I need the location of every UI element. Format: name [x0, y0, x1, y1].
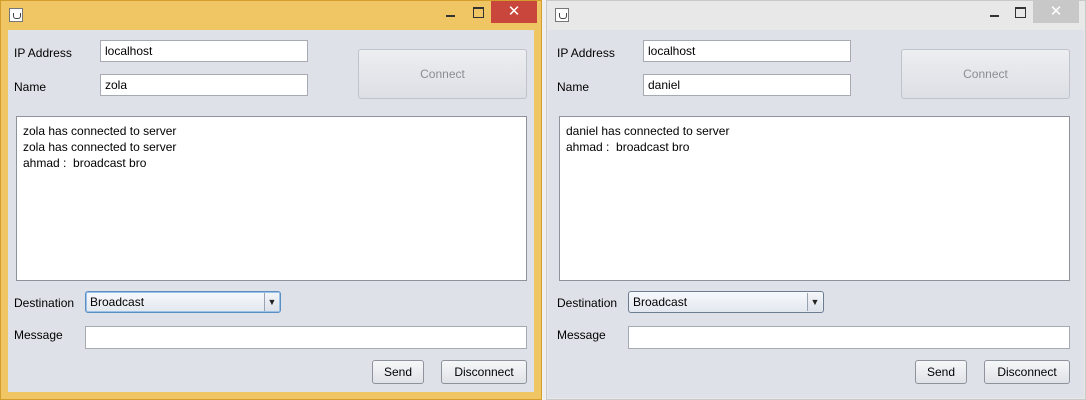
message-label: Message	[557, 328, 606, 342]
chevron-down-icon[interactable]: ▼	[807, 293, 822, 311]
chat-log-line: zola has connected to server	[23, 140, 177, 154]
disconnect-button[interactable]: Disconnect	[984, 360, 1070, 384]
client-area: IP Address Name Connect daniel has conne…	[548, 30, 1084, 398]
java-app-icon	[555, 8, 569, 22]
send-button[interactable]: Send	[372, 360, 424, 384]
name-label: Name	[14, 80, 47, 94]
chat-log-line: zola has connected to server	[23, 124, 177, 138]
name-label: Name	[557, 80, 590, 94]
minimize-icon[interactable]	[981, 1, 1007, 23]
send-button[interactable]: Send	[915, 360, 967, 384]
chat-log-line: ahmad : broadcast bro	[23, 156, 147, 170]
maximize-icon[interactable]	[1007, 1, 1033, 23]
destination-label: Destination	[14, 296, 75, 310]
title-bar[interactable]: ✕	[1, 1, 541, 29]
disconnect-button[interactable]: Disconnect	[441, 360, 527, 384]
ip-address-field[interactable]	[100, 40, 308, 62]
ip-address-field[interactable]	[643, 40, 851, 62]
name-field[interactable]	[100, 74, 308, 96]
ip-address-label: IP Address	[557, 46, 615, 60]
destination-select[interactable]: Broadcast ▼	[628, 291, 824, 313]
message-field[interactable]	[628, 326, 1070, 349]
connect-button[interactable]: Connect	[901, 49, 1070, 99]
connect-button[interactable]: Connect	[358, 49, 527, 99]
destination-select[interactable]: Broadcast ▼	[85, 291, 281, 313]
close-icon[interactable]: ✕	[491, 1, 537, 23]
chat-client-window-zola: ✕ IP Address Name Connect zola has conne…	[0, 0, 542, 400]
chat-log-line: daniel has connected to server	[566, 124, 730, 138]
client-area: IP Address Name Connect zola has connect…	[8, 30, 534, 392]
message-label: Message	[14, 328, 63, 342]
destination-selected-value: Broadcast	[633, 295, 688, 309]
minimize-icon[interactable]	[437, 1, 463, 23]
title-bar[interactable]: ✕	[547, 1, 1085, 29]
maximize-icon[interactable]	[465, 1, 491, 23]
java-app-icon	[9, 8, 23, 22]
chat-log-line: ahmad : broadcast bro	[566, 140, 690, 154]
name-field[interactable]	[643, 74, 851, 96]
destination-selected-value: Broadcast	[90, 295, 145, 309]
message-field[interactable]	[85, 326, 527, 349]
close-icon[interactable]: ✕	[1033, 1, 1079, 23]
chat-client-window-daniel: ✕ IP Address Name Connect daniel has con…	[546, 0, 1086, 400]
ip-address-label: IP Address	[14, 46, 72, 60]
chat-log[interactable]: zola has connected to server zola has co…	[16, 116, 527, 281]
destination-label: Destination	[557, 296, 618, 310]
chevron-down-icon[interactable]: ▼	[264, 293, 279, 311]
chat-log[interactable]: daniel has connected to server ahmad : b…	[559, 116, 1070, 281]
